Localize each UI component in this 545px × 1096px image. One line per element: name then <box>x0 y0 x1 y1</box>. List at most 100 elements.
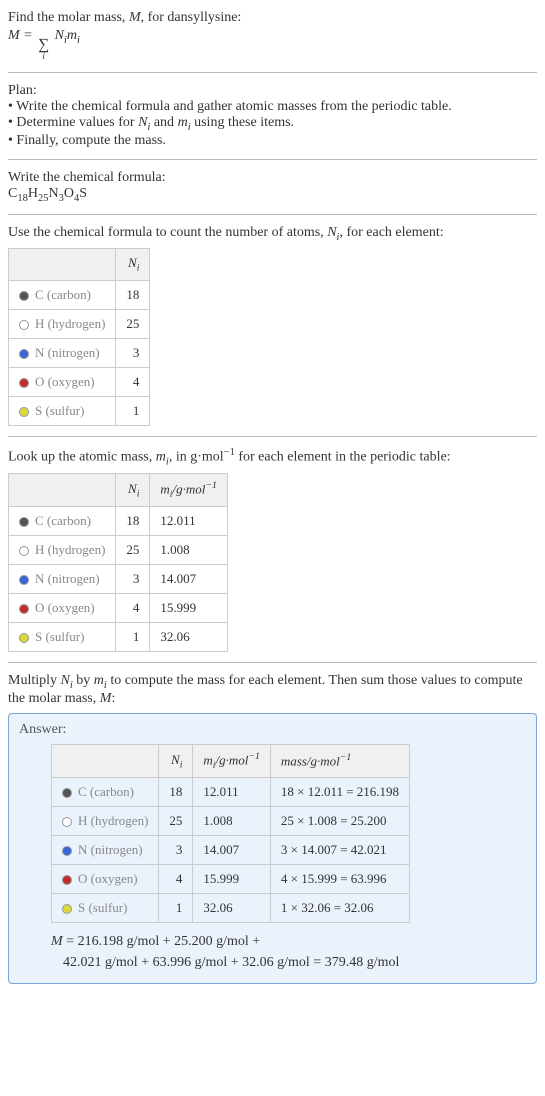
eq-lhs: M = <box>8 28 36 43</box>
f-N: N <box>48 186 58 201</box>
divider <box>8 214 537 215</box>
sigma-icon: ∑ <box>38 37 49 52</box>
count-post: , for each element: <box>339 225 443 240</box>
col-m-unit: /g·mol <box>173 482 206 497</box>
atom-icon <box>19 604 29 614</box>
multiply-section: Multiply Ni by mi to compute the mass fo… <box>8 673 537 707</box>
computed-cell: 4 × 15.999 = 63.996 <box>270 865 409 894</box>
mult-end: : <box>111 691 115 706</box>
plan-b2-post: using these items. <box>191 115 294 130</box>
element-cell: O (oxygen) <box>9 367 116 396</box>
atom-icon <box>19 517 29 527</box>
plan-bullet-3: • Finally, compute the mass. <box>8 133 537 149</box>
table-header-row: Ni <box>9 249 150 281</box>
mult-by: by <box>73 673 94 688</box>
element-cell: H (hydrogen) <box>52 807 159 836</box>
intro-text2: , for dansyllysine: <box>141 10 242 25</box>
atom-icon <box>62 846 72 856</box>
plan-b2-pre: • Determine values for <box>8 115 138 130</box>
element-cell: C (carbon) <box>9 507 116 536</box>
plan-m: m <box>178 115 188 130</box>
col-mi: mi/g·mol−1 <box>193 745 270 778</box>
count-cell: 4 <box>116 594 150 623</box>
plan-heading: Plan: <box>8 83 537 99</box>
plan-bullet-1: • Write the chemical formula and gather … <box>8 99 537 115</box>
answer-box: Answer: Ni mi/g·mol−1 mass/g·mol−1 C (ca… <box>8 713 537 984</box>
f-C: C <box>8 186 17 201</box>
elem-name: C (carbon) <box>35 287 91 302</box>
table-row: H (hydrogen)251.00825 × 1.008 = 25.200 <box>52 807 410 836</box>
element-cell: H (hydrogen) <box>9 536 116 565</box>
f-Cn: 18 <box>17 193 28 204</box>
count-cell: 3 <box>159 836 193 865</box>
mass-cell: 32.06 <box>193 894 270 923</box>
answer-label: Answer: <box>19 722 526 738</box>
atom-icon <box>62 817 72 827</box>
col-m-exp: −1 <box>248 751 259 762</box>
table-row: H (hydrogen)25 <box>9 309 150 338</box>
table-row: N (nitrogen)314.007 <box>9 565 228 594</box>
count-cell: 25 <box>159 807 193 836</box>
elem-name: S (sulfur) <box>78 900 127 915</box>
masses-section: Look up the atomic mass, mi, in g·mol−1 … <box>8 447 537 652</box>
table-row: O (oxygen)415.999 <box>9 594 228 623</box>
col-element <box>9 249 116 281</box>
col-m-exp: −1 <box>205 480 216 491</box>
col-N-idx: i <box>137 489 140 500</box>
atom-icon <box>19 633 29 643</box>
count-section: Use the chemical formula to count the nu… <box>8 225 537 426</box>
elem-name: O (oxygen) <box>78 871 138 886</box>
elem-name: N (nitrogen) <box>78 842 143 857</box>
masses-exp: −1 <box>224 447 235 458</box>
atom-icon <box>19 546 29 556</box>
answer-M: M <box>51 934 63 949</box>
masses-post: for each element in the periodic table: <box>235 450 451 465</box>
elem-name: C (carbon) <box>78 784 134 799</box>
masses-pre: Look up the atomic mass, <box>8 450 156 465</box>
answer-table: Ni mi/g·mol−1 mass/g·mol−1 C (carbon)181… <box>51 744 410 923</box>
element-cell: C (carbon) <box>9 280 116 309</box>
count-cell: 18 <box>116 280 150 309</box>
mass-cell: 15.999 <box>150 594 227 623</box>
count-table: Ni C (carbon) 18 H (hydrogen)25 N (nitrog… <box>8 248 150 426</box>
mult-N: N <box>61 673 70 688</box>
computed-cell: 18 × 12.011 = 216.198 <box>270 778 409 807</box>
col-Ni: Ni <box>159 745 193 778</box>
mass-cell: 1.008 <box>150 536 227 565</box>
computed-cell: 1 × 32.06 = 32.06 <box>270 894 409 923</box>
col-N-sym: N <box>128 481 137 496</box>
count-heading: Use the chemical formula to count the nu… <box>8 225 537 243</box>
col-N-sym: N <box>128 255 137 270</box>
computed-cell: 3 × 14.007 = 42.021 <box>270 836 409 865</box>
atom-icon <box>19 291 29 301</box>
count-cell: 18 <box>116 507 150 536</box>
sum-icon: ∑i <box>38 37 49 62</box>
table-row: N (nitrogen)3 <box>9 338 150 367</box>
count-cell: 4 <box>116 367 150 396</box>
intro-section: Find the molar mass, M, for dansyllysine… <box>8 10 537 62</box>
col-mass-exp: −1 <box>340 752 351 763</box>
count-cell: 25 <box>116 309 150 338</box>
table-row: S (sulfur)1 <box>9 396 150 425</box>
mass-cell: 1.008 <box>193 807 270 836</box>
eq-m: m <box>67 28 77 43</box>
plan-bullet-2: • Determine values for Ni and mi using t… <box>8 115 537 133</box>
count-pre: Use the chemical formula to count the nu… <box>8 225 327 240</box>
count-cell: 1 <box>116 623 150 652</box>
f-Hn: 25 <box>38 193 49 204</box>
atom-icon <box>19 320 29 330</box>
mult-M: M <box>100 691 112 706</box>
mass-cell: 12.011 <box>193 778 270 807</box>
element-cell: O (oxygen) <box>9 594 116 623</box>
table-row: S (sulfur)132.06 <box>9 623 228 652</box>
f-O: O <box>64 186 74 201</box>
element-cell: N (nitrogen) <box>9 565 116 594</box>
table-row: O (oxygen)4 <box>9 367 150 396</box>
table-header-row: Ni mi/g·mol−1 <box>9 474 228 507</box>
divider <box>8 662 537 663</box>
element-cell: S (sulfur) <box>9 623 116 652</box>
elem-name: S (sulfur) <box>35 629 84 644</box>
answer-eq1: = 216.198 g/mol + 25.200 g/mol + <box>63 934 261 949</box>
table-row: H (hydrogen)251.008 <box>9 536 228 565</box>
table-row: C (carbon)1812.01118 × 12.011 = 216.198 <box>52 778 410 807</box>
